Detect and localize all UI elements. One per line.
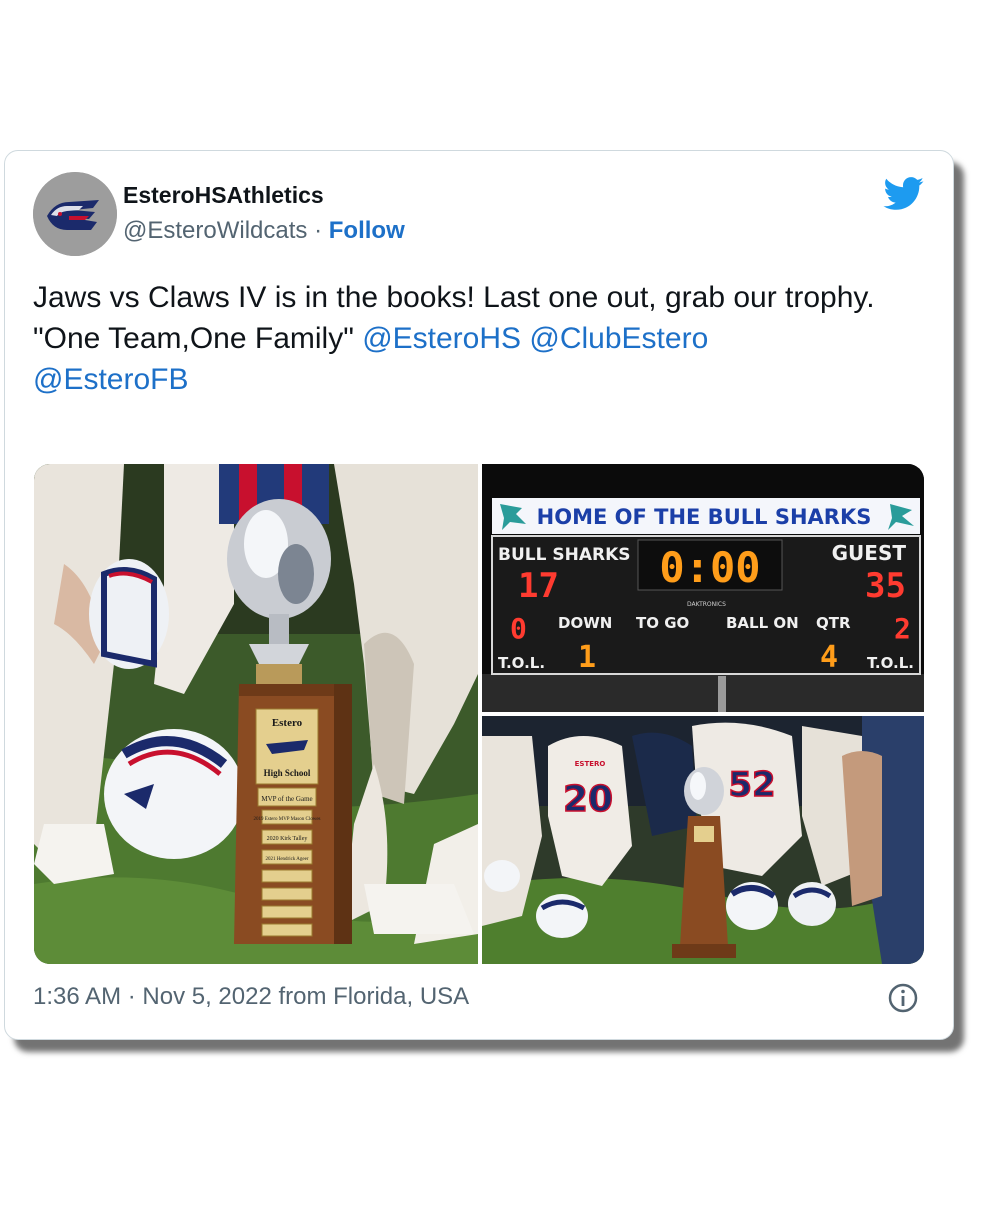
tweet-text: Jaws vs Claws IV is in the books! Last o… [33,277,923,400]
mention-link[interactable]: @EsteroHS [362,322,521,355]
home-score: 17 [518,566,559,606]
follow-button[interactable]: Follow [329,217,405,244]
handle-row: @EsteroWildcats · Follow [123,217,405,245]
media-grid: Estero High School MVP of the Game 2019 … [34,464,924,964]
togo-label: TO GO [636,614,689,632]
qtr-value: 4 [820,640,838,675]
down-value: 1 [578,640,596,675]
scoreboard-brand: DAKTRONICS [687,601,726,608]
separator: · [314,217,323,244]
trophy-plate: 2021 Hendrick Ageer [265,857,308,862]
jersey-number: 52 [728,765,775,805]
ballon-label: BALL ON [726,614,799,632]
scoreboard-photo[interactable]: HOME OF THE BULL SHARKS BULL SHARKS GUES… [482,464,924,712]
tweet-quote: "One Team,One Family" [33,322,354,355]
team-photo[interactable]: 20 ESTERO 52 [482,716,924,964]
trophy-school-top: Estero [272,717,303,729]
qtr-label: QTR [816,614,851,632]
twitter-bird-icon[interactable] [883,177,925,211]
trophy-plate: MVP of the Game [261,795,312,803]
jersey-team: ESTERO [575,760,606,768]
guest-score: 35 [865,566,906,606]
tweet-line: Jaws vs Claws IV is in the books! Last o… [33,281,875,314]
display-name[interactable]: EsteroHSAthletics [123,182,324,209]
tol-label-guest: T.O.L. [867,654,914,672]
scoreboard-banner: HOME OF THE BULL SHARKS [537,505,872,529]
handle[interactable]: @EsteroWildcats [123,217,307,244]
avatar[interactable] [33,172,117,256]
game-clock: 0:00 [659,543,760,592]
guest-label: GUEST [832,541,907,565]
tweet-card[interactable]: EsteroHSAthletics @EsteroWildcats · Foll… [4,150,954,1040]
trophy-plate: 2019 Estero MVP Mason Clowes [253,817,320,822]
home-timeouts: 0 [510,612,527,645]
tweet-timestamp[interactable]: 1:36 AM · Nov 5, 2022 from Florida, USA [33,983,469,1011]
home-label: BULL SHARKS [498,545,630,565]
guest-timeouts: 2 [894,612,911,645]
trophy-plate: 2020 Kirk Talley [267,836,308,842]
mention-link[interactable]: @EsteroFB [33,363,189,396]
down-label: DOWN [558,614,612,632]
mention-link[interactable]: @ClubEstero [529,322,708,355]
jersey-number: 20 [563,779,613,820]
info-icon[interactable] [887,982,919,1014]
trophy-school-bottom: High School [264,768,311,778]
trophy-photo[interactable]: Estero High School MVP of the Game 2019 … [34,464,478,964]
tol-label-home: T.O.L. [498,654,545,672]
